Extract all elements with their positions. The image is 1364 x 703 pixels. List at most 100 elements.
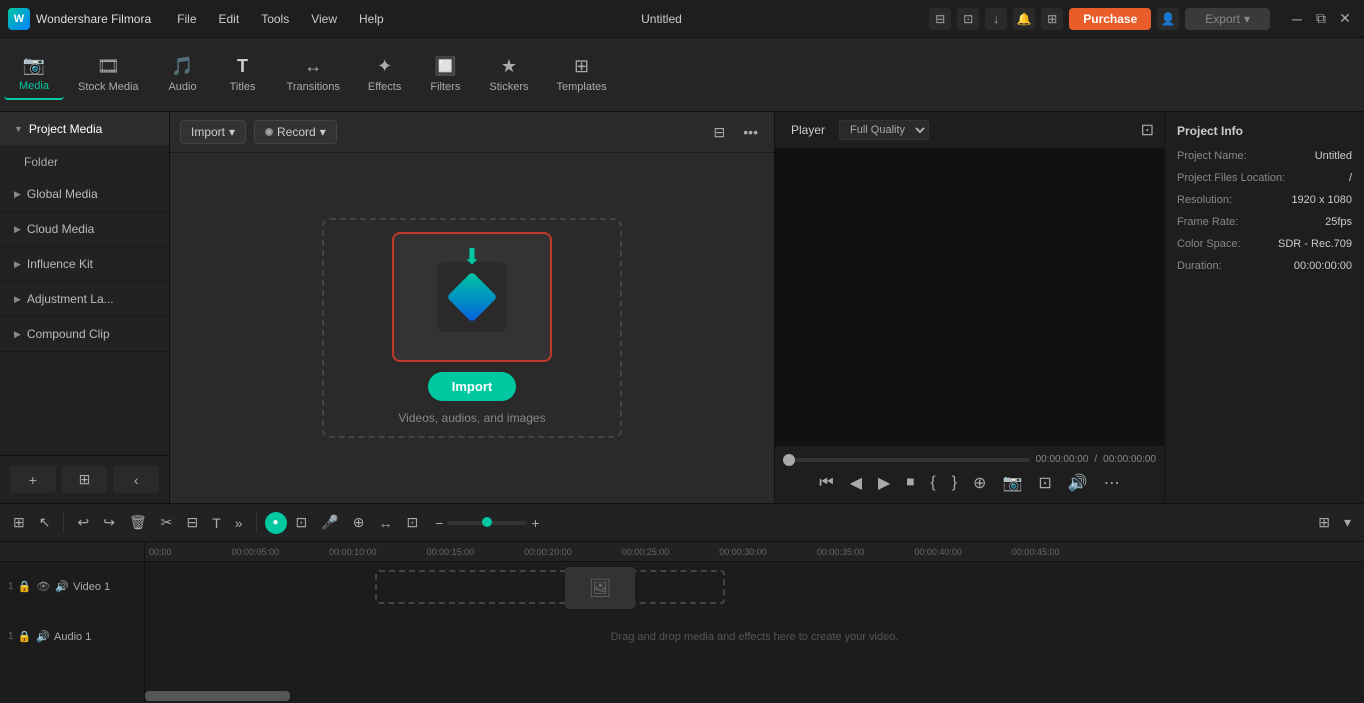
skip-back-icon[interactable]: ⏮: [815, 472, 837, 494]
tl-sep-1: [63, 513, 64, 533]
account-icon[interactable]: 👤: [1157, 8, 1179, 30]
pip-icon[interactable]: ⊡: [1034, 471, 1055, 495]
zoom-track[interactable]: [447, 521, 527, 525]
play-button[interactable]: ▶: [874, 471, 894, 495]
download-icon[interactable]: ↓: [985, 8, 1007, 30]
audio-track-row[interactable]: Drag and drop media and effects here to …: [145, 612, 1364, 662]
timeline-crop-icon[interactable]: ⊟: [181, 511, 203, 534]
import-zone-button[interactable]: Import: [428, 372, 516, 401]
tab-titles[interactable]: T Titles: [213, 50, 273, 99]
sidebar-item-folder[interactable]: Folder: [0, 147, 169, 177]
record-dot-icon: [265, 128, 273, 136]
audio-track-vol-icon[interactable]: 🔊: [36, 631, 50, 643]
timeline-scenes-icon[interactable]: ⊞: [8, 511, 30, 534]
sidebar-item-cloud-media[interactable]: ▶ Cloud Media: [0, 212, 169, 247]
video-drop-zone[interactable]: [375, 570, 725, 604]
tab-media[interactable]: 📷 Media: [4, 49, 64, 100]
snapshot-icon[interactable]: 📷: [998, 471, 1026, 495]
restore-window-icon[interactable]: ⊡: [957, 8, 979, 30]
player-time-total: 00:00:00:00: [1103, 454, 1156, 465]
timeline-audio-icon[interactable]: 🎤: [316, 511, 343, 534]
tab-filters[interactable]: 🔲 Filters: [415, 50, 475, 99]
cloud-media-label: Cloud Media: [27, 222, 94, 236]
timeline-cut-icon[interactable]: ✂: [156, 511, 178, 534]
sidebar-item-adjustment[interactable]: ▶ Adjustment La...: [0, 282, 169, 317]
video-track-lock-icon[interactable]: 🔒: [18, 581, 32, 593]
tab-audio[interactable]: 🎵 Audio: [153, 50, 213, 99]
filmora-logo: ⬇: [437, 262, 507, 332]
video-track-eye-icon[interactable]: 👁: [36, 581, 50, 593]
win-minimize-icon[interactable]: ─: [1286, 8, 1308, 30]
zoom-out-button[interactable]: −: [435, 515, 443, 531]
purchase-button[interactable]: Purchase: [1069, 8, 1151, 30]
sidebar-item-project-media[interactable]: ▼ Project Media: [0, 112, 169, 147]
tab-transitions[interactable]: ↔ Transitions: [273, 50, 354, 99]
timeline-clip-icon[interactable]: ⊕: [348, 511, 370, 534]
quality-select[interactable]: Full Quality 1/2 Quality 1/4 Quality: [839, 120, 929, 140]
timeline-tracks: 1 🔒 👁 🔊 Video 1 1 🔒 🔊 Audio 1: [0, 542, 145, 703]
timeline-scroll-handle[interactable]: [145, 691, 290, 701]
record-button[interactable]: Record ▾: [254, 120, 337, 144]
timeline-split-icon[interactable]: ↔: [373, 512, 397, 534]
player-fullscreen-icon[interactable]: ⊡: [1141, 120, 1154, 140]
add-to-timeline-icon[interactable]: ⊕: [969, 471, 990, 495]
video-track-audio-icon[interactable]: 🔊: [55, 581, 69, 593]
import-drop-zone[interactable]: ⬇ Import Videos, audios, and images: [322, 218, 622, 438]
player-tab[interactable]: Player: [785, 121, 831, 139]
import-button[interactable]: Import ▾: [180, 120, 246, 144]
timeline-snap-icon[interactable]: ⊡: [291, 511, 313, 534]
video-track-label: 1 🔒 👁 🔊 Video 1: [0, 562, 144, 612]
filter-icon[interactable]: ⊟: [708, 122, 732, 143]
timeline-more-icon[interactable]: »: [230, 512, 248, 534]
mark-in-icon[interactable]: {: [926, 472, 939, 494]
video-track-row[interactable]: 🖼: [145, 562, 1364, 612]
tab-stock-media[interactable]: 🎞 Stock Media: [64, 50, 153, 99]
audio-track-lock-icon[interactable]: 🔒: [18, 631, 32, 643]
stickers-tab-label: Stickers: [489, 81, 528, 93]
menu-tools[interactable]: Tools: [251, 8, 299, 30]
stop-button[interactable]: ⏹: [902, 472, 918, 494]
more-player-icon[interactable]: ⋯: [1100, 471, 1124, 495]
sidebar-add-button[interactable]: +: [10, 466, 56, 493]
audio-icon[interactable]: 🔊: [1064, 471, 1092, 495]
menu-file[interactable]: File: [167, 8, 206, 30]
timeline-undo-icon[interactable]: ↩: [72, 511, 94, 534]
timeline-select-icon[interactable]: ↖: [34, 511, 56, 534]
timeline-record-icon[interactable]: ●: [265, 512, 287, 534]
sidebar-item-influence-kit[interactable]: ▶ Influence Kit: [0, 247, 169, 282]
timeline-layout-icon[interactable]: ⊞: [1313, 511, 1335, 534]
timeline-delete-icon[interactable]: 🗑: [124, 511, 152, 534]
player-controls: 00:00:00:00 / 00:00:00:00 ⏮ ◀ ▶ ⏹ { } ⊕ …: [775, 445, 1164, 503]
logo-icon: W: [8, 8, 30, 30]
timeline-expand-icon[interactable]: ⊡: [401, 511, 423, 534]
sidebar-collapse-button[interactable]: ‹: [113, 466, 159, 493]
import-zone-hint: Videos, audios, and images: [398, 411, 545, 425]
zoom-in-button[interactable]: +: [531, 515, 539, 531]
media-thumbnail: 🖼: [565, 567, 635, 609]
sidebar-item-global-media[interactable]: ▶ Global Media: [0, 177, 169, 212]
apps-icon[interactable]: ⊞: [1041, 8, 1063, 30]
win-close-icon[interactable]: ✕: [1334, 8, 1356, 30]
mark-out-icon[interactable]: }: [948, 472, 961, 494]
timeline-text-icon[interactable]: T: [207, 512, 226, 534]
export-button[interactable]: Export ▾: [1185, 8, 1270, 30]
tab-templates[interactable]: ⊞ Templates: [542, 50, 620, 99]
menu-help[interactable]: Help: [349, 8, 394, 30]
project-colorspace-label: Color Space:: [1177, 238, 1241, 250]
player-time-separator: /: [1094, 454, 1097, 465]
win-restore-icon[interactable]: ⧉: [1310, 8, 1332, 30]
sidebar-grid-button[interactable]: ⊞: [62, 466, 108, 493]
audio-track-name: Audio 1: [54, 631, 91, 643]
tab-stickers[interactable]: ★ Stickers: [475, 50, 542, 99]
sidebar-item-compound-clip[interactable]: ▶ Compound Clip: [0, 317, 169, 352]
menu-edit[interactable]: Edit: [209, 8, 250, 30]
timeline-redo-icon[interactable]: ↪: [98, 511, 120, 534]
more-options-icon[interactable]: •••: [737, 122, 764, 143]
progress-track[interactable]: [783, 458, 1030, 462]
notification-icon[interactable]: 🔔: [1013, 8, 1035, 30]
timeline-settings-icon[interactable]: ▾: [1339, 511, 1356, 534]
tab-effects[interactable]: ✦ Effects: [354, 50, 415, 99]
frame-back-icon[interactable]: ◀: [846, 471, 866, 495]
menu-view[interactable]: View: [301, 8, 347, 30]
minimize-window-icon[interactable]: ⊟: [929, 8, 951, 30]
